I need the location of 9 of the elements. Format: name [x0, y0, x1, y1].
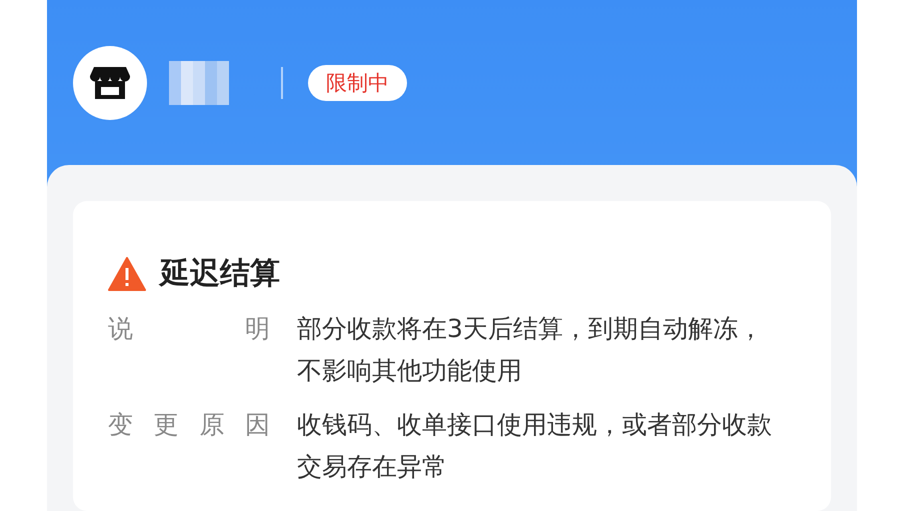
status-badge: 限制中	[308, 64, 407, 100]
warning-icon	[108, 256, 146, 290]
row-value: 收钱码、收单接口使用违规，或者部分收款交易存在异常	[297, 409, 773, 483]
storefront-icon	[90, 64, 130, 100]
row-value: 部分收款将在3天后结算，到期自动解冻，不影响其他功能使用	[297, 313, 764, 387]
row-label: 变更原因	[108, 409, 271, 441]
row-label: 说明	[108, 313, 271, 345]
restriction-title: 延迟结算	[160, 255, 280, 293]
blurred-name	[169, 60, 229, 104]
